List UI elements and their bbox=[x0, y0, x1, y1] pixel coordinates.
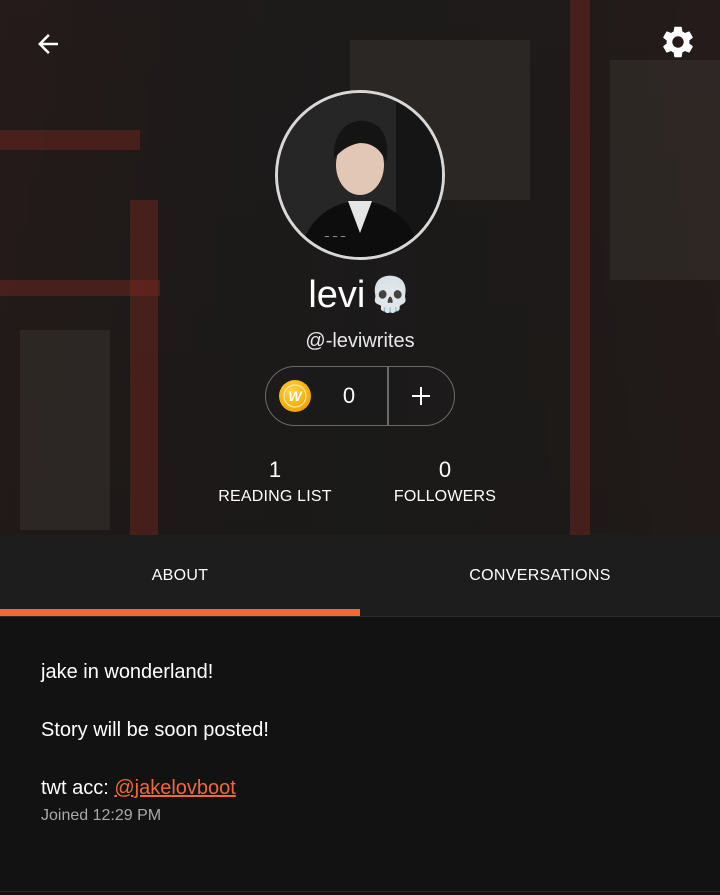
reading-list-stat[interactable]: 1 READING LIST bbox=[200, 456, 350, 510]
svg-text:~ ~ ~: ~ ~ ~ bbox=[324, 233, 346, 241]
twitter-line: twt acc: @jakelovboot bbox=[41, 771, 681, 805]
about-section: jake in wonderland! Story will be soon p… bbox=[41, 655, 681, 827]
reading-list-count: 1 bbox=[268, 457, 282, 482]
twitter-prefix: twt acc: bbox=[41, 777, 115, 799]
buy-coins-button[interactable] bbox=[389, 367, 455, 425]
followers-label: FOLLOWERS bbox=[393, 488, 497, 505]
username-handle: @-leviwrites bbox=[305, 330, 415, 352]
tab-about[interactable]: ABOUT bbox=[0, 535, 360, 617]
coin-count: 0 bbox=[342, 383, 356, 408]
gear-icon bbox=[663, 26, 693, 58]
wattpad-coin-icon: W bbox=[279, 380, 311, 412]
skull-emoji-icon: 💀 bbox=[369, 276, 412, 314]
active-tab-indicator bbox=[0, 609, 360, 616]
avatar[interactable]: ~ ~ ~ bbox=[275, 90, 445, 260]
display-name-text: levi bbox=[308, 274, 366, 316]
coin-letter: W bbox=[288, 388, 303, 404]
divider bbox=[0, 891, 720, 892]
arrow-left-icon bbox=[38, 34, 58, 54]
display-name: levi 💀 bbox=[0, 270, 720, 320]
about-line: Story will be soon posted! bbox=[41, 719, 269, 741]
profile-tabs: ABOUT CONVERSATIONS bbox=[0, 535, 720, 617]
profile-photo: ~ ~ ~ bbox=[278, 93, 442, 257]
followers-count: 0 bbox=[438, 457, 452, 482]
settings-button[interactable] bbox=[656, 20, 700, 64]
coin-balance-pill: W 0 bbox=[265, 366, 455, 426]
reading-list-label: READING LIST bbox=[218, 488, 332, 505]
profile-header-background bbox=[0, 0, 720, 535]
tab-conversations[interactable]: CONVERSATIONS bbox=[360, 535, 720, 617]
back-button[interactable] bbox=[28, 24, 68, 64]
joined-date: Joined 12:29 PM bbox=[41, 807, 162, 824]
followers-stat[interactable]: 0 FOLLOWERS bbox=[370, 456, 520, 510]
twitter-link[interactable]: @jakelovboot bbox=[114, 777, 235, 799]
about-line: jake in wonderland! bbox=[41, 661, 214, 683]
plus-icon bbox=[412, 387, 431, 405]
